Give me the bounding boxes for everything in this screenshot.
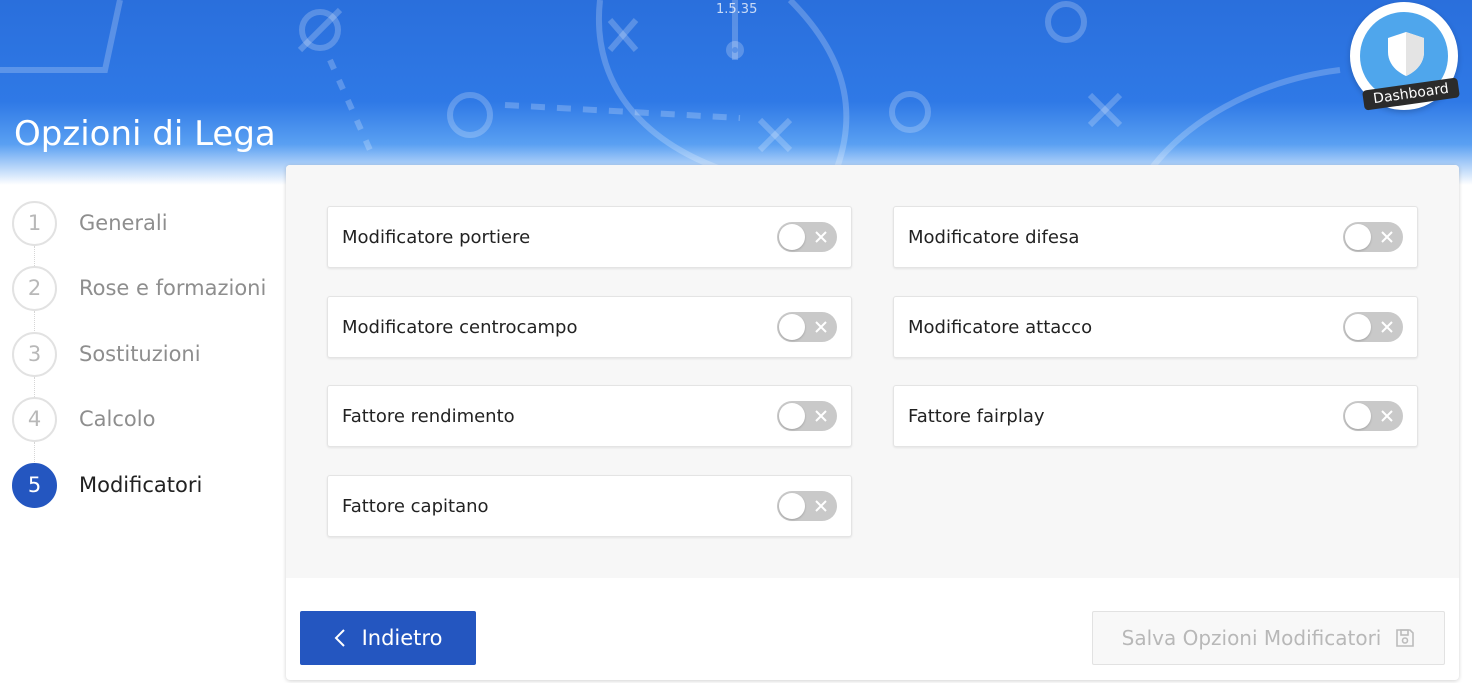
toggle-fattore-rendimento[interactable] bbox=[777, 401, 837, 431]
tactics-pattern-decoration bbox=[0, 0, 1341, 185]
step-modificatori[interactable]: 5 Modificatori bbox=[12, 462, 282, 508]
shield-icon bbox=[1388, 32, 1424, 76]
toggle-fattore-capitano[interactable] bbox=[777, 491, 837, 521]
step-number: 4 bbox=[12, 396, 57, 442]
close-icon bbox=[815, 231, 827, 243]
toggle-knob bbox=[779, 403, 805, 429]
header-banner: 1.5.35 Opzioni di Lega bbox=[0, 0, 1472, 185]
options-grid: Modificatore portiere Modificatore difes… bbox=[286, 165, 1459, 578]
step-calcolo[interactable]: 4 Calcolo bbox=[12, 396, 282, 442]
option-card-fattore-rendimento: Fattore rendimento bbox=[327, 385, 852, 447]
option-label: Modificatore attacco bbox=[908, 316, 1093, 338]
step-connector bbox=[34, 442, 35, 462]
back-button-label: Indietro bbox=[361, 626, 443, 650]
back-button[interactable]: Indietro bbox=[300, 611, 476, 665]
step-label: Modificatori bbox=[79, 473, 203, 497]
dashboard-button[interactable]: Dashboard bbox=[1350, 2, 1460, 111]
step-connector bbox=[34, 246, 35, 266]
toggle-modificatore-difesa[interactable] bbox=[1343, 222, 1403, 252]
option-card-modificatore-portiere: Modificatore portiere bbox=[327, 206, 852, 268]
option-card-fattore-capitano: Fattore capitano bbox=[327, 475, 852, 537]
step-sostituzioni[interactable]: 3 Sostituzioni bbox=[12, 331, 282, 377]
step-label: Sostituzioni bbox=[79, 342, 201, 366]
option-card-fattore-fairplay: Fattore fairplay bbox=[893, 385, 1418, 447]
options-panel: Modificatore portiere Modificatore difes… bbox=[286, 165, 1459, 680]
toggle-knob bbox=[779, 314, 805, 340]
toggle-modificatore-portiere[interactable] bbox=[777, 222, 837, 252]
app-version: 1.5.35 bbox=[716, 2, 758, 17]
toggle-knob bbox=[1345, 224, 1371, 250]
step-number: 3 bbox=[12, 331, 57, 377]
option-card-modificatore-difesa: Modificatore difesa bbox=[893, 206, 1418, 268]
close-icon bbox=[1381, 231, 1393, 243]
toggle-modificatore-centrocampo[interactable] bbox=[777, 312, 837, 342]
step-rose-e-formazioni[interactable]: 2 Rose e formazioni bbox=[12, 265, 282, 311]
toggle-knob bbox=[1345, 314, 1371, 340]
option-label: Modificatore portiere bbox=[342, 226, 531, 248]
step-label: Calcolo bbox=[79, 407, 156, 431]
step-connector bbox=[34, 311, 35, 331]
option-label: Modificatore centrocampo bbox=[342, 316, 578, 338]
close-icon bbox=[815, 500, 827, 512]
option-label: Fattore fairplay bbox=[908, 405, 1045, 427]
close-icon bbox=[815, 410, 827, 422]
step-connector bbox=[34, 377, 35, 397]
chevron-left-icon bbox=[334, 628, 346, 648]
option-card-modificatore-attacco: Modificatore attacco bbox=[893, 296, 1418, 358]
toggle-modificatore-attacco[interactable] bbox=[1343, 312, 1403, 342]
close-icon bbox=[1381, 410, 1393, 422]
option-label: Modificatore difesa bbox=[908, 226, 1080, 248]
step-label: Generali bbox=[79, 211, 168, 235]
step-number: 5 bbox=[12, 462, 57, 508]
step-label: Rose e formazioni bbox=[79, 276, 267, 300]
step-generali[interactable]: 1 Generali bbox=[12, 200, 282, 246]
step-number: 2 bbox=[12, 265, 57, 311]
option-label: Fattore rendimento bbox=[342, 405, 515, 427]
close-icon bbox=[815, 321, 827, 333]
save-options-button[interactable]: Salva Opzioni Modificatori bbox=[1092, 611, 1445, 665]
option-label: Fattore capitano bbox=[342, 495, 489, 517]
toggle-fattore-fairplay[interactable] bbox=[1343, 401, 1403, 431]
toggle-knob bbox=[779, 224, 805, 250]
save-button-label: Salva Opzioni Modificatori bbox=[1121, 626, 1382, 650]
floppy-disk-icon bbox=[1395, 628, 1415, 648]
toggle-knob bbox=[779, 493, 805, 519]
close-icon bbox=[1381, 321, 1393, 333]
option-card-modificatore-centrocampo: Modificatore centrocampo bbox=[327, 296, 852, 358]
step-number: 1 bbox=[12, 200, 57, 246]
toggle-knob bbox=[1345, 403, 1371, 429]
page-title: Opzioni di Lega bbox=[14, 114, 276, 154]
